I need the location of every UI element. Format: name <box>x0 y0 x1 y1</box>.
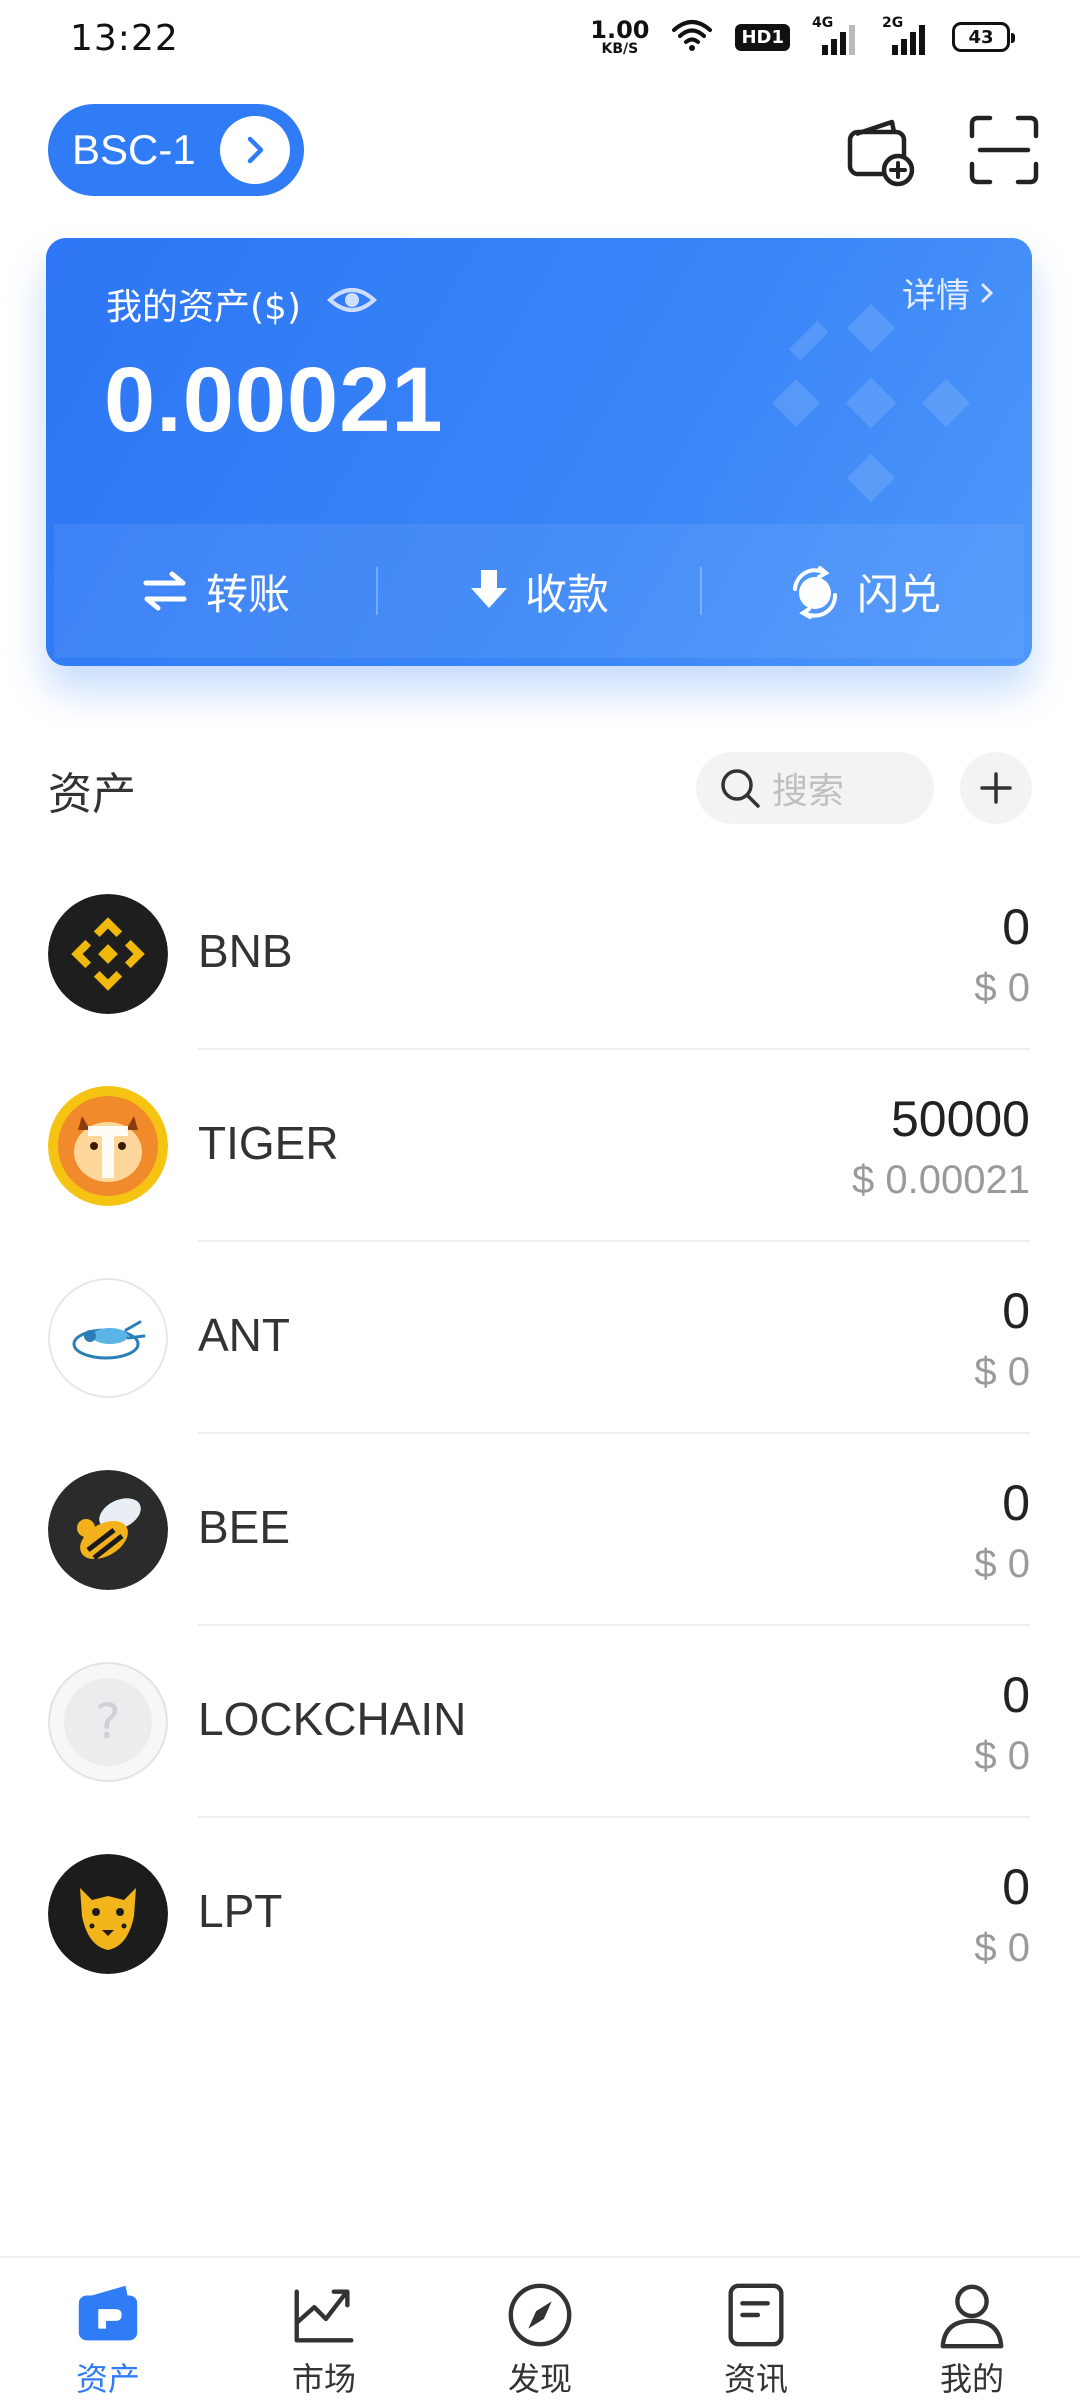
assets-section-title: 资产 <box>48 769 136 820</box>
wallet-add-icon[interactable] <box>842 112 918 188</box>
plus-icon <box>980 772 1012 804</box>
transfer-button[interactable]: 转账 <box>54 561 376 622</box>
svg-text:?: ? <box>95 1694 120 1750</box>
asset-amount: 0 <box>1002 1859 1030 1915</box>
wifi-icon <box>671 18 713 56</box>
status-time: 13:22 <box>70 18 179 59</box>
asset-amount: 0 <box>1002 899 1030 955</box>
asset-amount: 0 <box>1002 1475 1030 1531</box>
asset-usd-value: $ 0 <box>974 966 1030 1010</box>
nav-market[interactable]: 市场 <box>216 2258 432 2400</box>
hd-badge: HD1 <box>735 23 790 51</box>
asset-amount: 0 <box>1002 1667 1030 1723</box>
market-chart-icon <box>294 2289 354 2343</box>
bee-coin-icon <box>48 1470 168 1590</box>
wallet-home-screen: 13:22 1.00 KB/S HD1 4G 2G 43 BSC-1 我的资产(… <box>0 0 1080 2400</box>
ant-coin-icon <box>48 1278 168 1398</box>
total-asset-amount: 0.00021 <box>104 349 444 451</box>
asset-usd-value: $ 0 <box>974 1926 1030 1970</box>
eye-icon[interactable] <box>327 283 377 326</box>
user-icon <box>940 2284 1004 2349</box>
chevron-right-icon <box>981 283 994 302</box>
asset-name: TIGER <box>198 1117 339 1169</box>
asset-name: LOCKCHAIN <box>198 1693 467 1745</box>
asset-amount: 0 <box>1002 1283 1030 1339</box>
search-icon <box>721 769 760 808</box>
asset-row-ant[interactable]: ANT 0 $ 0 <box>0 1242 1080 1434</box>
swap-button[interactable]: 闪兑 <box>702 561 1024 622</box>
scan-icon[interactable] <box>966 112 1042 188</box>
signal-4g-icon: 4G <box>812 15 860 55</box>
asset-name: BNB <box>198 925 293 977</box>
wallet-icon <box>78 2285 138 2341</box>
compass-icon <box>508 2283 572 2347</box>
asset-list: BNB 0 $ 0 TIGER 50000 $ 0.00021 ANT 0 $ … <box>0 858 1080 2010</box>
asset-usd-value: $ 0 <box>974 1542 1030 1586</box>
transfer-icon <box>143 571 187 611</box>
detail-link[interactable]: 详情 <box>902 268 996 317</box>
chevron-right-icon <box>220 116 290 184</box>
asset-row-bee[interactable]: BEE 0 $ 0 <box>0 1434 1080 1626</box>
network-speed: 1.00 KB/S <box>590 16 650 57</box>
network-selector-button[interactable]: BSC-1 <box>48 104 304 196</box>
news-icon <box>728 2283 784 2347</box>
search-placeholder: 搜索 <box>772 771 845 812</box>
nav-assets[interactable]: 资产 <box>0 2258 216 2400</box>
tiger-coin-icon <box>48 1086 168 1206</box>
status-indicators: 1.00 KB/S HD1 4G 2G 43 <box>590 15 1015 57</box>
asset-row-tiger[interactable]: TIGER 50000 $ 0.00021 <box>0 1050 1080 1242</box>
nav-news[interactable]: 资讯 <box>648 2258 864 2400</box>
asset-summary-card: 我的资产($) 详情 0.00021 转账 收款 闪兑 <box>46 238 1032 666</box>
signal-2g-icon: 2G <box>882 15 930 55</box>
asset-row-lpt[interactable]: LPT 0 $ 0 <box>0 1818 1080 2010</box>
cheetah-coin-icon <box>48 1854 168 1974</box>
bnb-coin-icon <box>48 894 168 1014</box>
swap-icon <box>792 566 837 619</box>
nav-discover[interactable]: 发现 <box>432 2258 648 2400</box>
card-actions: 转账 收款 闪兑 <box>54 524 1024 658</box>
asset-usd-value: $ 0.00021 <box>852 1158 1030 1202</box>
asset-search-input[interactable]: 搜索 <box>696 752 934 824</box>
receive-button[interactable]: 收款 <box>378 561 700 622</box>
battery-icon: 43 <box>952 22 1015 52</box>
asset-name: ANT <box>198 1309 290 1361</box>
bottom-nav: 资产 市场 发现 资讯 我的 <box>0 2256 1080 2400</box>
asset-name: LPT <box>198 1885 283 1937</box>
add-asset-button[interactable] <box>960 752 1032 824</box>
asset-usd-value: $ 0 <box>974 1734 1030 1778</box>
asset-row-lockchain[interactable]: ? LOCKCHAIN 0 $ 0 <box>0 1626 1080 1818</box>
status-bar: 13:22 1.00 KB/S HD1 4G 2G 43 <box>0 0 1080 80</box>
card-title: 我的资产($) <box>106 278 377 330</box>
nav-profile[interactable]: 我的 <box>864 2258 1080 2400</box>
unknown-coin-icon: ? <box>48 1662 168 1782</box>
receive-icon <box>470 570 507 608</box>
asset-name: BEE <box>198 1501 291 1553</box>
asset-usd-value: $ 0 <box>974 1350 1030 1394</box>
network-label: BSC-1 <box>72 126 196 173</box>
asset-amount: 50000 <box>890 1091 1030 1147</box>
asset-row-bnb[interactable]: BNB 0 $ 0 <box>0 858 1080 1050</box>
